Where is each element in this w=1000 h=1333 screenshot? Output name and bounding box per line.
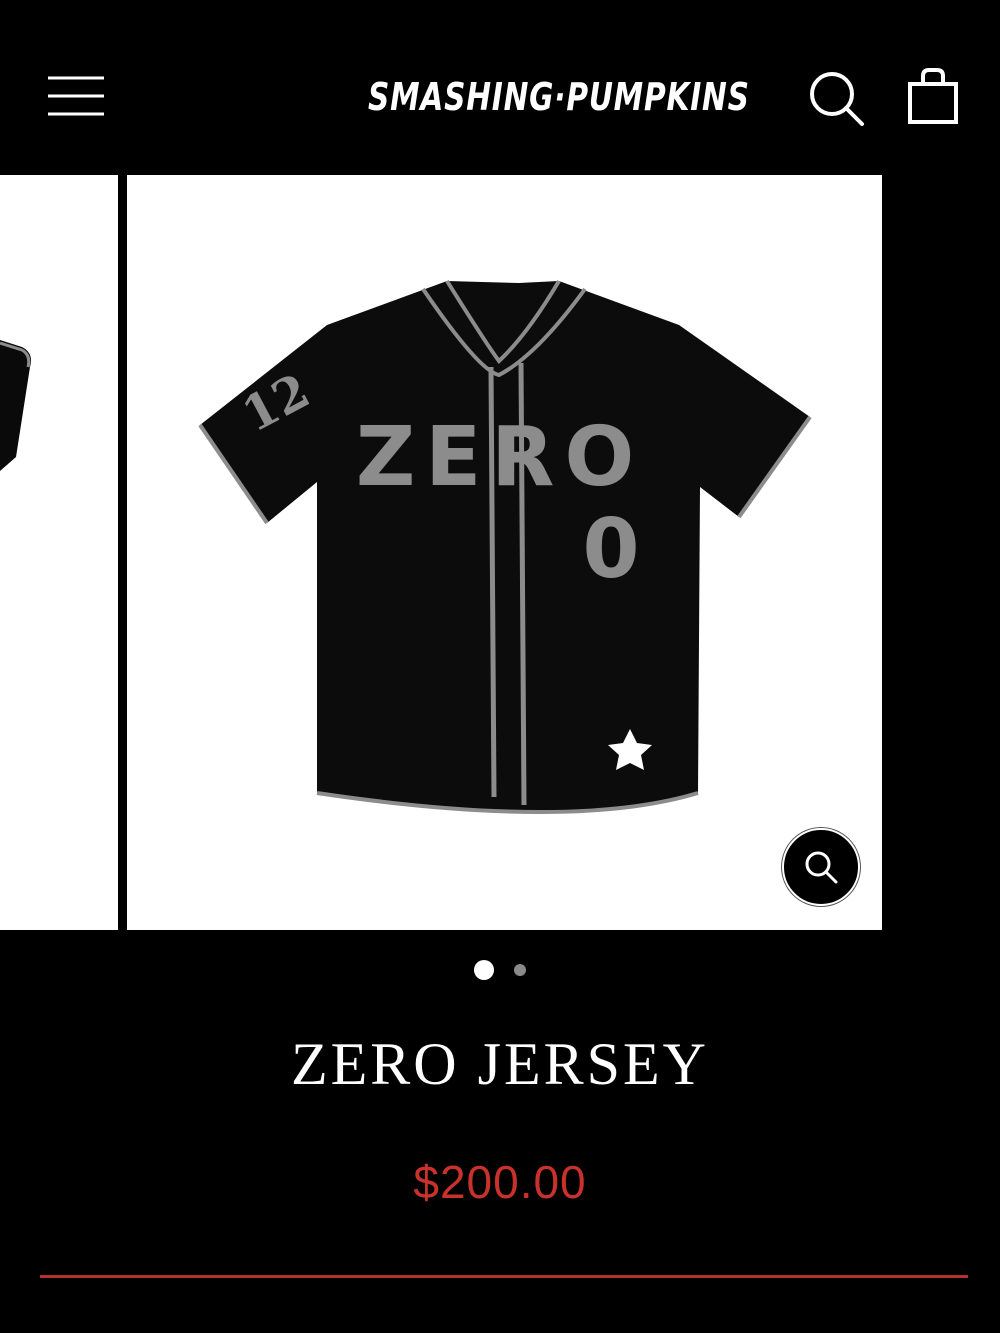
search-button[interactable] (800, 62, 870, 132)
product-title: ZERO JERSEY (290, 1031, 710, 1097)
hamburger-menu-icon (48, 76, 104, 116)
search-icon (810, 72, 864, 126)
shopping-bag-icon (908, 68, 958, 124)
product-price: $200.00 (413, 1156, 587, 1208)
jersey-side-image (0, 340, 31, 471)
cart-button[interactable] (898, 62, 968, 132)
logo-text: SMASHING·PUMPKINS (367, 75, 750, 119)
jersey-image: ZERO 0 12 (198, 279, 812, 814)
jersey-number-text: 0 (582, 502, 639, 597)
product-image-gallery[interactable]: ZERO 0 12 (0, 175, 1000, 930)
previous-slide-image[interactable] (0, 175, 118, 930)
divider (40, 1275, 968, 1278)
site-header: SMASHING·PUMPKINS (0, 0, 1000, 175)
jersey-zero-text: ZERO (356, 410, 644, 505)
menu-button[interactable] (40, 60, 112, 132)
pagination-dot-1[interactable] (473, 960, 494, 980)
pagination-dot-2[interactable] (514, 964, 527, 976)
gallery-pagination (0, 960, 1000, 984)
site-logo[interactable]: SMASHING·PUMPKINS (330, 52, 750, 142)
magnifier-icon (805, 851, 838, 884)
zoom-image-button[interactable] (782, 828, 860, 906)
main-slide-image[interactable]: ZERO 0 12 (127, 175, 882, 930)
